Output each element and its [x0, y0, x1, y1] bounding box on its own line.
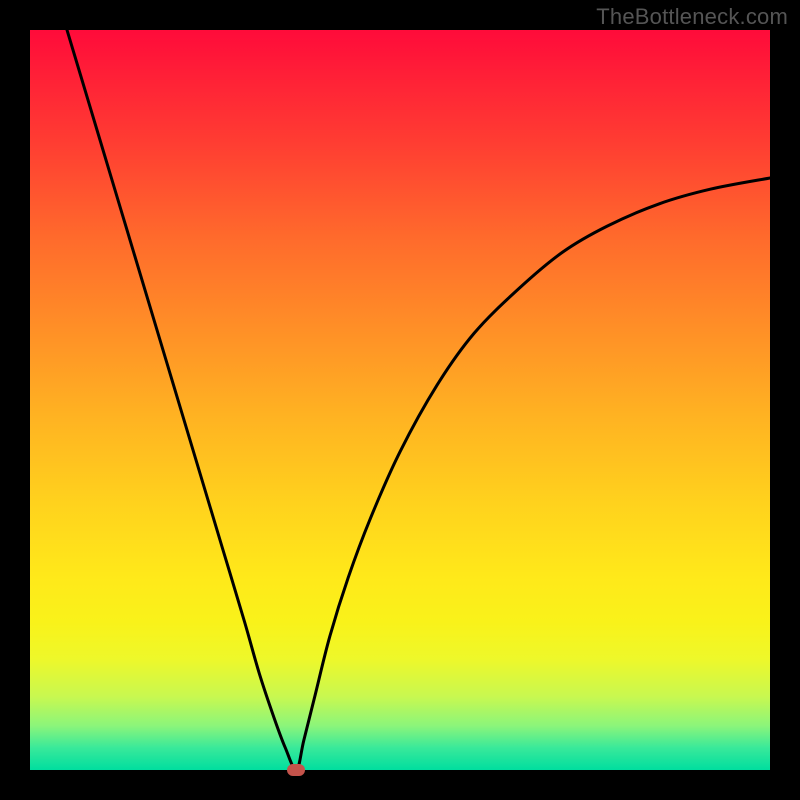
- plot-area: [30, 30, 770, 770]
- chart-frame: TheBottleneck.com: [0, 0, 800, 800]
- minimum-marker: [287, 764, 305, 776]
- bottleneck-curve: [67, 30, 770, 770]
- curve-svg: [30, 30, 770, 770]
- watermark-text: TheBottleneck.com: [596, 4, 788, 30]
